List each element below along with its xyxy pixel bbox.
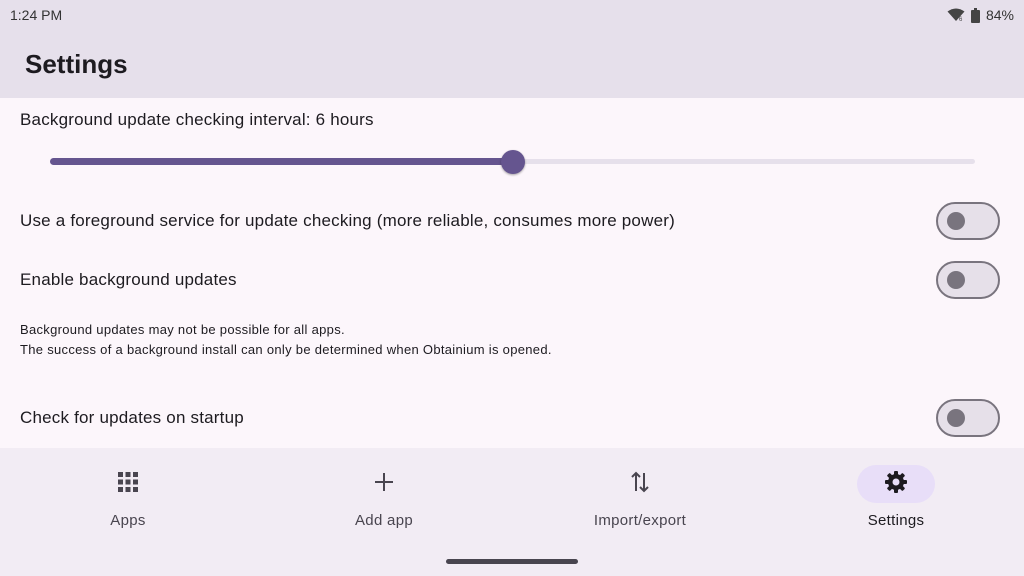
- nav-item-apps[interactable]: Apps: [38, 465, 218, 529]
- swap-vertical-icon: [629, 470, 651, 499]
- grid-icon: [117, 471, 139, 498]
- battery-icon: [970, 7, 980, 23]
- nav-label-import-export: Import/export: [593, 512, 687, 529]
- nav-label-add-app: Add app: [355, 512, 413, 529]
- background-updates-row[interactable]: Enable background updates: [20, 260, 1000, 300]
- app-bar: Settings: [0, 30, 1024, 98]
- foreground-service-row[interactable]: Use a foreground service for update chec…: [20, 201, 1000, 241]
- plus-icon: [373, 471, 395, 498]
- nav-item-add-app[interactable]: Add app: [294, 465, 474, 529]
- foreground-service-label: Use a foreground service for update chec…: [20, 211, 675, 230]
- toggle-knob: [947, 271, 965, 289]
- status-bar: 1:24 PM 6 84%: [0, 0, 1024, 30]
- toggle-knob: [947, 409, 965, 427]
- background-updates-label: Enable background updates: [20, 270, 237, 289]
- startup-check-toggle[interactable]: [936, 399, 1000, 437]
- background-updates-toggle[interactable]: [936, 261, 1000, 299]
- status-icons: 6 84%: [947, 7, 1014, 23]
- nav-indicator: [345, 465, 423, 503]
- slider-active-track: [50, 158, 513, 165]
- interval-label: Background update checking interval: 6 h…: [20, 110, 374, 129]
- home-indicator[interactable]: [446, 559, 578, 564]
- nav-item-settings[interactable]: Settings: [806, 465, 986, 529]
- svg-text:6: 6: [959, 17, 963, 22]
- slider-thumb[interactable]: [500, 150, 525, 174]
- foreground-service-toggle[interactable]: [936, 202, 1000, 240]
- toggle-knob: [947, 212, 965, 230]
- gear-icon: [884, 470, 908, 499]
- bottom-navigation: Apps Add app Import/export Settings: [0, 448, 1024, 576]
- status-time: 1:24 PM: [10, 7, 63, 23]
- nav-item-import-export[interactable]: Import/export: [550, 465, 730, 529]
- nav-indicator: [89, 465, 167, 503]
- settings-content: Background update checking interval: 6 h…: [0, 98, 1024, 448]
- nav-indicator: [601, 465, 679, 503]
- startup-check-label: Check for updates on startup: [20, 408, 244, 427]
- nav-label-settings: Settings: [867, 512, 925, 529]
- background-updates-note: Background updates may not be possible f…: [20, 320, 552, 360]
- wifi-icon: 6: [947, 8, 965, 22]
- page-title: Settings: [25, 48, 128, 79]
- nav-label-apps: Apps: [110, 512, 146, 529]
- note-line-2: The success of a background install can …: [20, 342, 552, 357]
- nav-indicator-active: [857, 465, 935, 503]
- interval-slider[interactable]: [50, 150, 975, 174]
- startup-check-row[interactable]: Check for updates on startup: [20, 398, 1000, 438]
- note-line-1: Background updates may not be possible f…: [20, 322, 345, 337]
- battery-level: 84%: [985, 7, 1014, 23]
